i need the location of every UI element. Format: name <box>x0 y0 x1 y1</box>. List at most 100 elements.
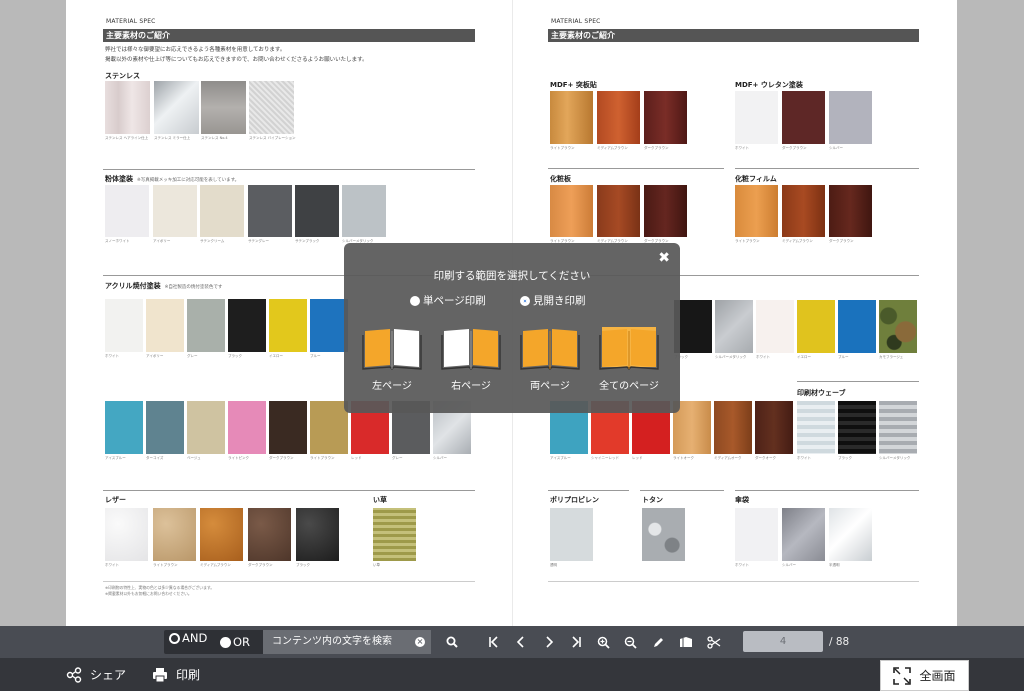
swatch <box>187 401 225 454</box>
swatch <box>249 81 294 134</box>
search-input[interactable]: コンテンツ内の文字を検索 × <box>263 630 431 654</box>
swatch-caption: ミディアムブラウン <box>597 146 628 150</box>
swatch <box>153 508 196 561</box>
radio-checked-icon <box>169 632 180 644</box>
swatch-caption: ダークブラウン <box>269 456 294 460</box>
swatch <box>105 185 149 237</box>
swatch-caption: シルバーメタリック <box>879 456 911 460</box>
swatch <box>105 508 148 561</box>
book-left-icon <box>362 329 422 370</box>
swatch-caption: ミディアムブラウン <box>782 239 813 243</box>
swatch <box>310 401 348 454</box>
share-icon <box>66 666 82 683</box>
option-all-pages[interactable]: 全てのページ <box>594 325 664 392</box>
swatch <box>879 401 917 454</box>
swatch <box>228 299 266 352</box>
page-header: MATERIAL SPEC <box>106 18 156 25</box>
share-button[interactable]: シェア <box>66 658 126 691</box>
swatch-caption: サテングレー <box>248 239 269 243</box>
swatch <box>782 185 825 237</box>
option-right-page[interactable]: 右ページ <box>436 325 506 392</box>
clear-icon[interactable]: × <box>415 637 425 647</box>
swatch <box>154 81 199 134</box>
swatch <box>829 91 872 144</box>
section-title-tin: トタン <box>642 496 663 504</box>
swatch <box>373 508 416 561</box>
swatch <box>597 91 640 144</box>
swatch-caption: ホワイト <box>105 354 119 358</box>
printer-icon <box>153 667 167 682</box>
bottom-bar: シェア 印刷 <box>0 658 1024 691</box>
swatch-caption: サテンクリーム <box>200 239 225 243</box>
swatch-caption: サテンブラック <box>295 239 320 243</box>
swatch <box>310 299 348 352</box>
swatch-caption: ライトピンク <box>228 456 249 460</box>
page-number-input[interactable]: 4 <box>743 631 823 652</box>
close-icon[interactable]: ✖ <box>658 250 670 266</box>
search-icon[interactable] <box>442 626 462 658</box>
option-both-pages[interactable]: 両ページ <box>515 325 585 392</box>
swatch <box>105 401 143 454</box>
swatch-caption: アイスブルー <box>105 456 126 460</box>
and-toggle[interactable]: AND <box>169 626 207 650</box>
swatch <box>248 185 292 237</box>
fullscreen-icon <box>893 666 912 685</box>
page-title: 主要素材のご紹介 <box>548 29 919 42</box>
swatch-caption: ダークオーク <box>755 456 776 460</box>
page-header: MATERIAL SPEC <box>551 18 601 25</box>
swatch-caption: イエロー <box>269 354 283 358</box>
swatch <box>269 401 307 454</box>
section-title-stainless: ステンレス <box>105 72 140 80</box>
swatch-caption: ターコイズ <box>146 456 164 460</box>
swatch <box>105 81 150 134</box>
fullscreen-button[interactable]: 全画面 <box>880 660 969 691</box>
radio-label: 見開き印刷 <box>533 295 586 307</box>
bookmark-icon[interactable] <box>676 626 696 658</box>
swatch <box>550 185 593 237</box>
swatch-caption: 透明 <box>550 563 557 567</box>
first-page-icon[interactable] <box>484 626 504 658</box>
book-all-icon <box>599 327 659 370</box>
swatch-caption: ステンレス バイブレーション <box>249 136 296 140</box>
swatch-caption: ホワイト <box>797 456 811 460</box>
section-title-laminate: 化粧板 <box>550 175 571 183</box>
section-title-mdf-veneer: MDF+ 突板貼 <box>550 81 597 89</box>
book-both-icon <box>520 329 580 370</box>
intro-text: 弊社では様々な御要望にお応えできるよう各種素材を用意しております。 <box>105 47 286 53</box>
prev-page-icon[interactable] <box>511 626 531 658</box>
divider <box>640 490 724 491</box>
option-left-page[interactable]: 左ページ <box>357 325 427 392</box>
scissors-icon[interactable] <box>704 626 724 658</box>
pen-icon[interactable] <box>648 626 668 658</box>
swatch <box>642 508 685 561</box>
swatch <box>228 401 266 454</box>
search-placeholder: コンテンツ内の文字を検索 <box>272 636 392 647</box>
or-label: OR <box>233 635 251 649</box>
swatch-caption: ライトオーク <box>673 456 694 460</box>
print-button[interactable]: 印刷 <box>152 658 200 691</box>
radio-label: 単ページ印刷 <box>423 295 486 307</box>
swatch <box>838 401 876 454</box>
divider <box>797 381 919 382</box>
swatch-caption: ミディアムブラウン <box>200 563 231 567</box>
swatch-caption: レッド <box>351 456 362 460</box>
swatch-caption: レッド <box>632 456 643 460</box>
swatch-caption: イエロー <box>797 355 811 359</box>
radio-single-page[interactable]: 単ページ印刷 <box>410 293 486 308</box>
swatch <box>248 508 291 561</box>
or-toggle[interactable]: OR <box>220 630 250 654</box>
section-title-rush: い草 <box>373 496 387 504</box>
section-title-polypropylene: ポリプロピレン <box>550 496 599 504</box>
swatch-caption: カモフラージュ <box>879 355 904 359</box>
last-page-icon[interactable] <box>566 626 586 658</box>
radio-spread[interactable]: 見開き印刷 <box>520 293 586 308</box>
divider <box>548 168 724 169</box>
swatch-caption: ブルー <box>310 354 321 358</box>
next-page-icon[interactable] <box>539 626 559 658</box>
swatch-caption: ライトブラウン <box>550 146 575 150</box>
zoom-in-icon[interactable] <box>593 626 613 658</box>
swatch-caption: シルバー <box>782 563 796 567</box>
zoom-out-icon[interactable] <box>620 626 640 658</box>
swatch <box>797 401 835 454</box>
divider <box>103 490 475 491</box>
